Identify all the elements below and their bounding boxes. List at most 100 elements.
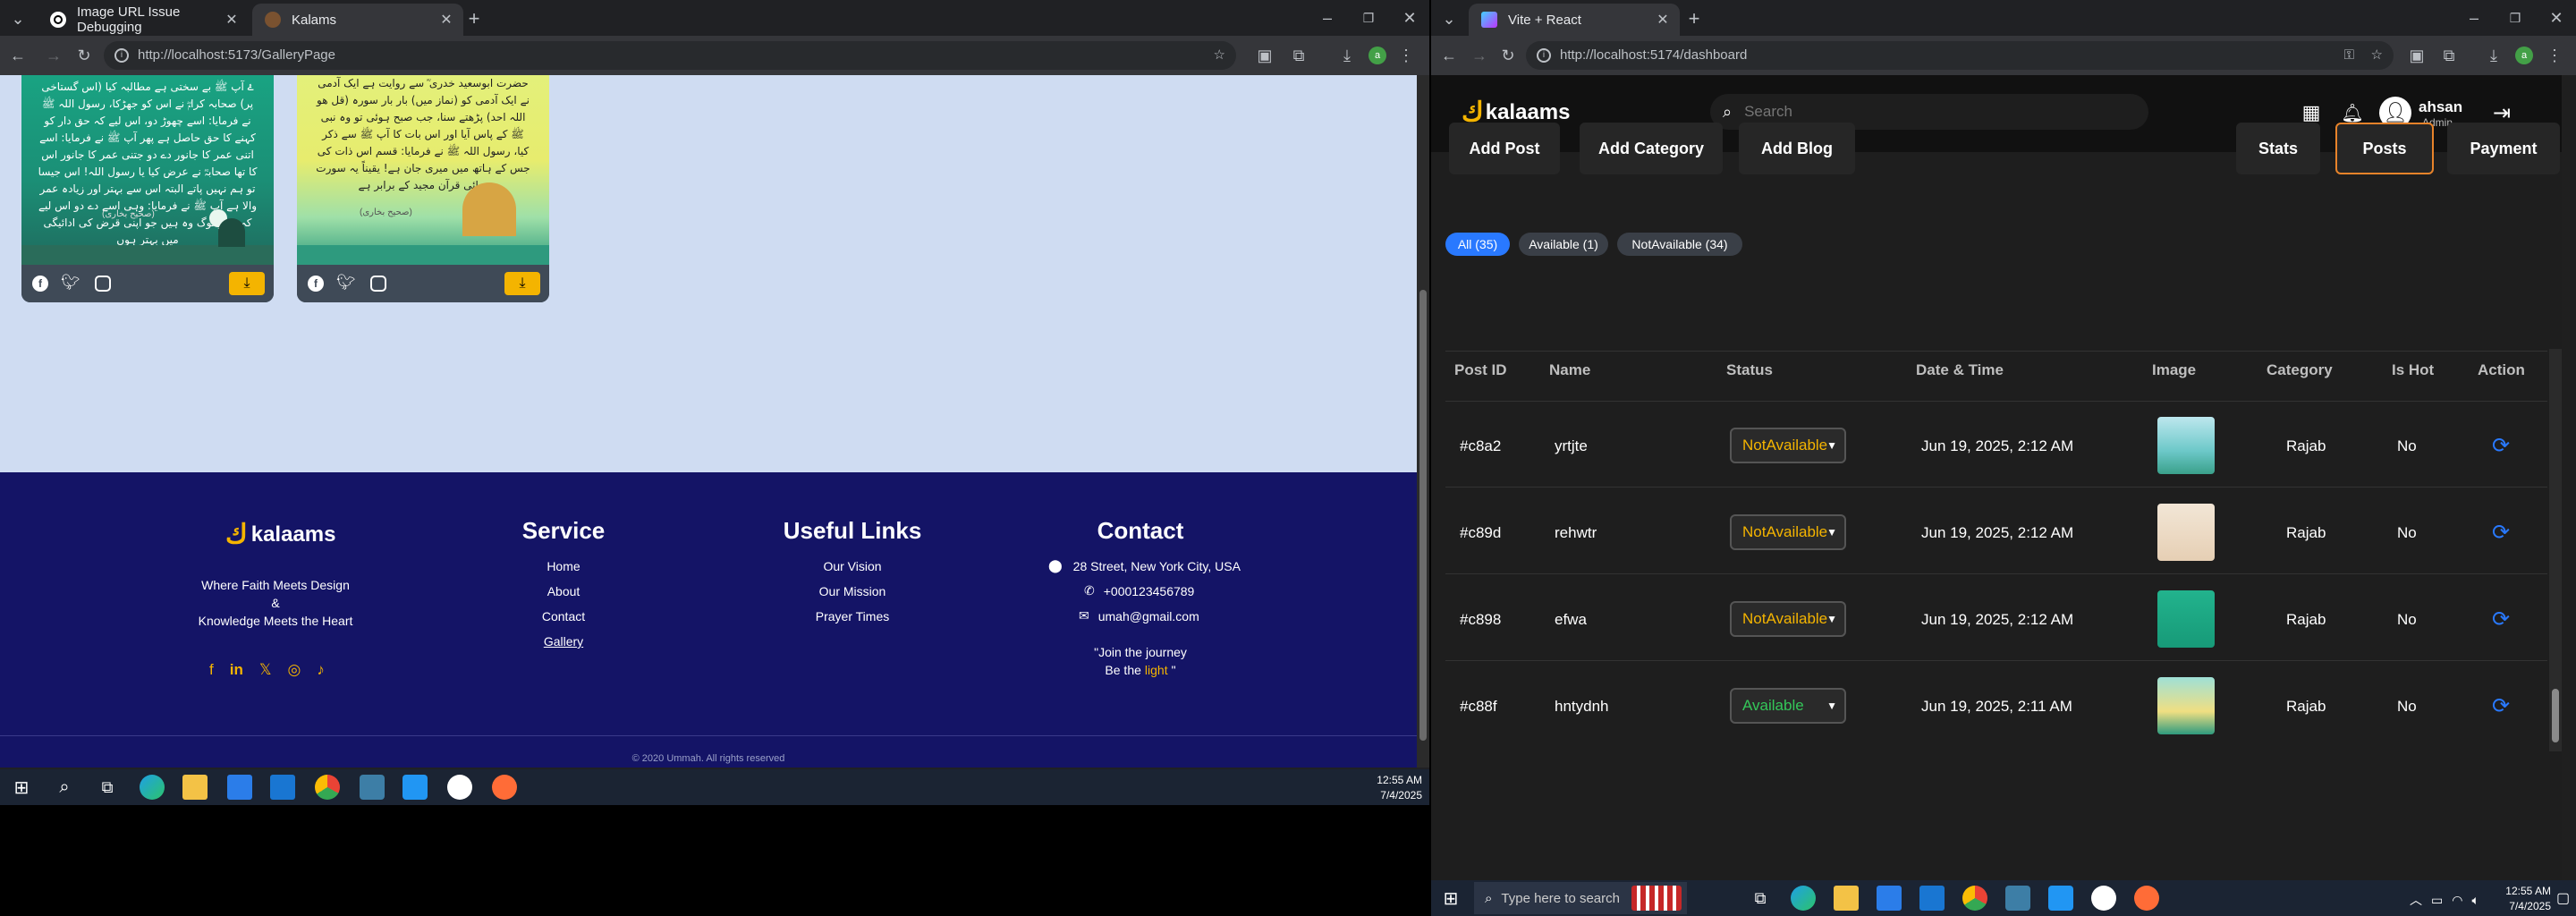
- wifi-icon[interactable]: ◠: [2452, 893, 2462, 908]
- network-icon[interactable]: ▭: [2431, 893, 2443, 908]
- extension-icon[interactable]: ▣: [1254, 45, 1275, 66]
- mail-icon[interactable]: [1919, 886, 1945, 911]
- gallery-image[interactable]: ۓ آپ ﷺ بے سختی ہے مطالبہ کیا (اس گستاخی …: [21, 75, 274, 265]
- minimize-icon[interactable]: –: [1317, 7, 1338, 29]
- footer-link-about[interactable]: About: [501, 584, 626, 598]
- forward-icon[interactable]: →: [43, 45, 64, 66]
- download-button[interactable]: ⤓: [504, 272, 540, 295]
- profile-avatar-icon[interactable]: a: [2515, 47, 2533, 64]
- tiktok-icon[interactable]: ♪: [317, 661, 325, 679]
- post-thumbnail[interactable]: [2157, 504, 2215, 561]
- filter-available[interactable]: Available (1): [1519, 233, 1608, 256]
- menu-dots-icon[interactable]: ⋮: [1395, 45, 1417, 66]
- mail-icon[interactable]: [270, 775, 295, 800]
- task-view-icon[interactable]: ⧉: [95, 775, 120, 800]
- instagram-icon[interactable]: [370, 276, 386, 292]
- new-tab-icon[interactable]: +: [1683, 7, 1705, 30]
- puzzle-icon[interactable]: ⧉: [2438, 45, 2460, 66]
- reload-icon[interactable]: ↻: [1497, 45, 1519, 66]
- task-view-icon[interactable]: ⧉: [1748, 886, 1773, 911]
- menu-dots-icon[interactable]: ⋮: [2544, 45, 2565, 66]
- status-select[interactable]: Available ▼: [1730, 688, 1846, 724]
- bookmark-star-icon[interactable]: ☆: [1214, 41, 1225, 70]
- new-tab-icon[interactable]: +: [463, 7, 485, 30]
- vscode-icon[interactable]: [2048, 886, 2073, 911]
- footer-link-vision[interactable]: Our Vision: [760, 559, 945, 573]
- back-icon[interactable]: ←: [1438, 45, 1460, 66]
- postman-icon[interactable]: [2134, 886, 2159, 911]
- filter-all[interactable]: All (35): [1445, 233, 1510, 256]
- reload-icon[interactable]: ↻: [73, 45, 95, 66]
- chevron-up-icon[interactable]: ︿: [2410, 891, 2422, 909]
- notification-center-icon[interactable]: ▢: [2556, 889, 2570, 907]
- restore-icon[interactable]: ❐: [2504, 7, 2526, 29]
- facebook-icon[interactable]: f: [209, 661, 214, 679]
- file-explorer-icon[interactable]: [182, 775, 208, 800]
- clock-date[interactable]: 7/4/2025: [2496, 900, 2551, 912]
- address-bar[interactable]: i http://localhost:5173/GalleryPage ☆: [104, 41, 1236, 70]
- profile-avatar-icon[interactable]: a: [1368, 47, 1386, 64]
- refresh-icon[interactable]: ⟳: [2492, 606, 2510, 632]
- instagram-icon[interactable]: [95, 276, 111, 292]
- refresh-icon[interactable]: ⟳: [2492, 433, 2510, 459]
- refresh-icon[interactable]: ⟳: [2492, 520, 2510, 546]
- github-desktop-icon[interactable]: [447, 775, 472, 800]
- footer-link-home[interactable]: Home: [501, 559, 626, 573]
- site-info-icon[interactable]: i: [114, 48, 129, 63]
- logout-icon[interactable]: ⇥: [2488, 100, 2515, 125]
- close-window-icon[interactable]: ✕: [2546, 7, 2567, 29]
- footer-logo[interactable]: ﻙ kalaams: [225, 519, 335, 550]
- taskbar-search-box[interactable]: ⌕ Type here to search: [1474, 882, 1687, 914]
- edge-icon[interactable]: [140, 775, 165, 800]
- facebook-icon[interactable]: f: [32, 276, 48, 292]
- scrollbar-thumb[interactable]: [1419, 290, 1427, 741]
- password-key-icon[interactable]: ⚿: [2344, 41, 2354, 70]
- post-thumbnail[interactable]: [2157, 677, 2215, 734]
- twitter-icon[interactable]: 🐦︎: [336, 274, 356, 292]
- apps-grid-icon[interactable]: ▦: [2301, 101, 2322, 123]
- footer-link-mission[interactable]: Our Mission: [760, 584, 945, 598]
- chrome-icon[interactable]: [1962, 886, 1987, 911]
- footer-link-prayer-times[interactable]: Prayer Times: [760, 609, 945, 623]
- download-icon[interactable]: ⤓: [1336, 45, 1358, 66]
- tab-search-icon[interactable]: ⌄: [1438, 8, 1460, 30]
- tab-vite-react[interactable]: Vite + React ✕: [1469, 4, 1680, 36]
- postman-icon[interactable]: [492, 775, 517, 800]
- stats-button[interactable]: Stats: [2236, 123, 2320, 174]
- filter-notavailable[interactable]: NotAvailable (34): [1617, 233, 1742, 256]
- scrollbar-thumb[interactable]: [2552, 689, 2559, 742]
- volume-icon[interactable]: 🔈︎: [2471, 893, 2479, 908]
- app-icon[interactable]: [360, 775, 385, 800]
- x-icon[interactable]: 𝕏: [259, 661, 272, 679]
- tab-search-icon[interactable]: ⌄: [7, 8, 29, 30]
- status-select[interactable]: NotAvailable ▼: [1730, 428, 1846, 463]
- tab-close-icon[interactable]: ✕: [438, 12, 454, 28]
- tab-close-icon[interactable]: ✕: [1655, 12, 1671, 28]
- clock-time[interactable]: 12:55 AM: [2496, 885, 2551, 897]
- store-icon[interactable]: [1877, 886, 1902, 911]
- address-bar[interactable]: i http://localhost:5174/dashboard ⚿ ☆: [1526, 41, 2394, 70]
- puzzle-icon[interactable]: ⧉: [1288, 45, 1309, 66]
- back-icon[interactable]: ←: [7, 45, 29, 66]
- tab-kalams[interactable]: Kalams ✕: [252, 4, 463, 36]
- instagram-icon[interactable]: ◎: [288, 661, 301, 679]
- clock-date[interactable]: 7/4/2025: [1360, 789, 1422, 802]
- github-desktop-icon[interactable]: [2091, 886, 2116, 911]
- post-thumbnail[interactable]: [2157, 417, 2215, 474]
- facebook-icon[interactable]: f: [308, 276, 324, 292]
- site-info-icon[interactable]: i: [1537, 48, 1551, 63]
- search-input[interactable]: [1744, 103, 2103, 121]
- add-post-button[interactable]: Add Post: [1449, 123, 1560, 174]
- windows-start-icon[interactable]: ⊞: [9, 775, 34, 800]
- file-explorer-icon[interactable]: [1834, 886, 1859, 911]
- bookmark-star-icon[interactable]: ☆: [2371, 41, 2383, 70]
- table-scrollbar[interactable]: [2549, 349, 2562, 751]
- payment-button[interactable]: Payment: [2447, 123, 2560, 174]
- status-select[interactable]: NotAvailable ▼: [1730, 601, 1846, 637]
- vscode-icon[interactable]: [402, 775, 428, 800]
- notification-bell-icon[interactable]: 🔔︎: [2341, 102, 2363, 123]
- close-window-icon[interactable]: ✕: [1399, 7, 1420, 29]
- chrome-icon[interactable]: [315, 775, 340, 800]
- linkedin-icon[interactable]: in: [230, 661, 243, 679]
- tab-close-icon[interactable]: ✕: [224, 12, 240, 28]
